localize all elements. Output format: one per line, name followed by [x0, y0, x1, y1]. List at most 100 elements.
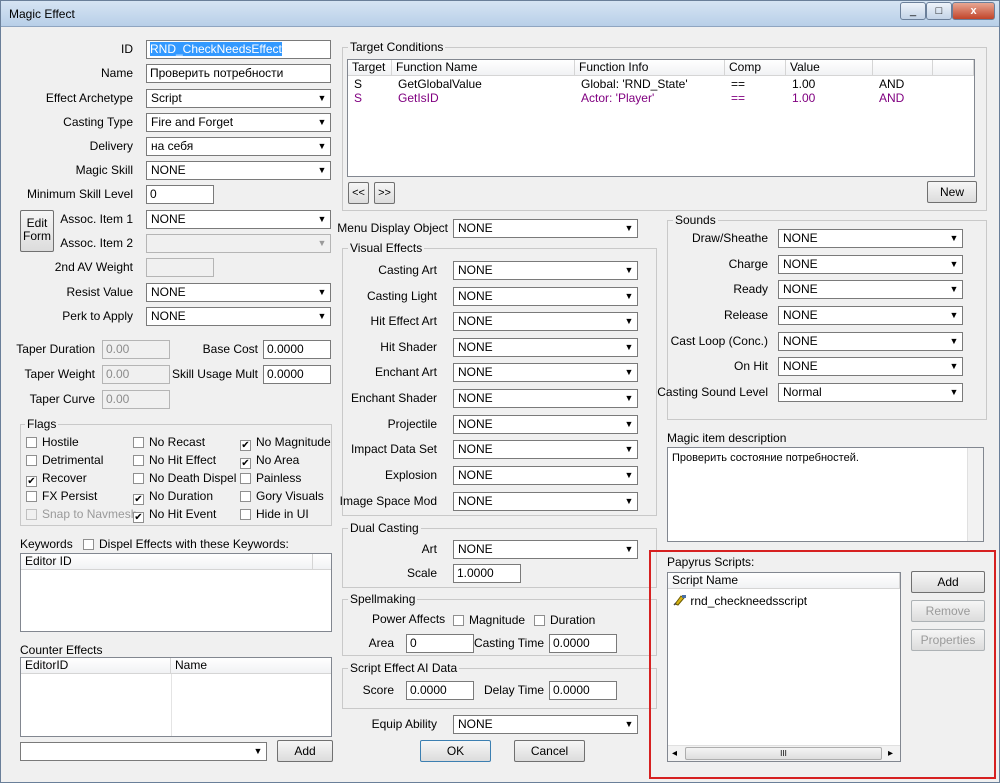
sound-draw-sheathe-dropdown[interactable]: NONE ▼ [778, 229, 963, 248]
perk-to-apply-dropdown[interactable]: NONE ▼ [146, 307, 331, 326]
checkbox-box[interactable] [133, 437, 144, 448]
checkbox-box[interactable] [240, 491, 251, 502]
duration-checkbox[interactable]: Duration [534, 614, 595, 628]
sound-release-dropdown[interactable]: NONE ▼ [778, 306, 963, 325]
name-field[interactable]: Проверить потребности [146, 64, 331, 83]
taper-duration-field[interactable]: 0.00 [102, 340, 170, 359]
assoc-item2-dropdown[interactable]: ▼ [146, 234, 331, 253]
enchant-shader-dropdown[interactable]: NONE ▼ [453, 389, 638, 408]
minimize-button[interactable]: _ [900, 2, 926, 20]
checkbox-box[interactable]: ✔ [240, 440, 251, 451]
equip-ability-dropdown[interactable]: NONE ▼ [453, 715, 638, 734]
checkbox-box[interactable] [240, 473, 251, 484]
scroll-left-icon[interactable]: ◂ [672, 746, 677, 761]
target-conditions-table[interactable]: Target Function Name Function Info Comp Valu… [347, 59, 975, 177]
table-row[interactable]: S GetGlobalValue Global: 'RND_State' == 1.00… [348, 77, 974, 91]
hit-shader-dropdown[interactable]: NONE ▼ [453, 338, 638, 357]
checkbox-box[interactable]: ✔ [133, 494, 144, 505]
taper-curve-field[interactable]: 0.00 [102, 390, 170, 409]
column-header-function-name[interactable]: Function Name [392, 60, 575, 76]
flag-no-duration-checkbox[interactable]: ✔ No Duration [133, 490, 213, 505]
maximize-button[interactable]: □ [926, 2, 952, 20]
casting-sound-level-dropdown[interactable]: Normal ▼ [778, 383, 963, 402]
counter-effects-list[interactable]: EditorID Name [20, 657, 332, 737]
sound-cast-loop-conc-dropdown[interactable]: NONE ▼ [778, 332, 963, 351]
flag-hide-in-ui-checkbox[interactable]: Hide in UI [240, 508, 309, 522]
sound-on-hit-dropdown[interactable]: NONE ▼ [778, 357, 963, 376]
papyrus-hscrollbar[interactable]: ◂ III ▸ [668, 745, 900, 761]
image-space-mod-dropdown[interactable]: NONE ▼ [453, 492, 638, 511]
casting-time-field[interactable]: 0.0000 [549, 634, 617, 653]
flag-no-area-checkbox[interactable]: ✔ No Area [240, 454, 299, 469]
checkbox-box[interactable] [26, 437, 37, 448]
casting-type-dropdown[interactable]: Fire and Forget ▼ [146, 113, 331, 132]
checkbox-box[interactable] [133, 473, 144, 484]
casting-art-dropdown[interactable]: NONE ▼ [453, 261, 638, 280]
counter-col-editor-id[interactable]: EditorID [21, 658, 171, 674]
dispel-keywords-checkbox[interactable]: Dispel Effects with these Keywords: [83, 538, 289, 552]
flag-no-magnitude-checkbox[interactable]: ✔ No Magnitude [240, 436, 331, 451]
menu-display-object-dropdown[interactable]: NONE ▼ [453, 219, 638, 238]
flag-snap-to-navmesh-checkbox[interactable]: Snap to Navmesh [26, 508, 137, 522]
dual-scale-field[interactable]: 1.0000 [453, 564, 521, 583]
column-header-target[interactable]: Target [348, 60, 392, 76]
checkbox-box[interactable] [26, 509, 37, 520]
sound-charge-dropdown[interactable]: NONE ▼ [778, 255, 963, 274]
keywords-col-editor-id[interactable]: Editor ID [21, 554, 313, 570]
checkbox-box[interactable]: ✔ [133, 512, 144, 523]
flag-hostile-checkbox[interactable]: Hostile [26, 436, 79, 450]
papyrus-add-button[interactable]: Add [911, 571, 985, 593]
explosion-dropdown[interactable]: NONE ▼ [453, 466, 638, 485]
description-scrollbar[interactable] [967, 448, 983, 541]
table-row[interactable]: S GetIsID Actor: 'Player' == 1.00 AND [348, 91, 974, 105]
next-condition-button[interactable]: >> [374, 182, 395, 204]
ok-button[interactable]: OK [420, 740, 491, 762]
impact-data-set-dropdown[interactable]: NONE ▼ [453, 440, 638, 459]
dual-art-dropdown[interactable]: NONE ▼ [453, 540, 638, 559]
description-textarea[interactable]: Проверить состояние потребностей. [667, 447, 984, 542]
assoc-item1-dropdown[interactable]: NONE ▼ [146, 210, 331, 229]
checkbox-box[interactable]: ✔ [26, 476, 37, 487]
cancel-button[interactable]: Cancel [514, 740, 585, 762]
skill-usage-mult-field[interactable]: 0.0000 [263, 365, 331, 384]
scroll-thumb[interactable]: III [685, 747, 882, 760]
flag-fx-persist-checkbox[interactable]: FX Persist [26, 490, 97, 504]
edit-form-button[interactable]: Edit Form [20, 210, 54, 252]
prev-condition-button[interactable]: << [348, 182, 369, 204]
av-weight-field[interactable] [146, 258, 214, 277]
magnitude-checkbox[interactable]: Magnitude [453, 614, 525, 628]
papyrus-properties-button[interactable]: Properties [911, 629, 985, 651]
flag-painless-checkbox[interactable]: Painless [240, 472, 301, 486]
base-cost-field[interactable]: 0.0000 [263, 340, 331, 359]
min-skill-field[interactable]: 0 [146, 185, 214, 204]
column-header-value[interactable]: Value [786, 60, 873, 76]
flag-gory-visuals-checkbox[interactable]: Gory Visuals [240, 490, 324, 504]
score-field[interactable]: 0.0000 [406, 681, 474, 700]
column-header-comp[interactable]: Comp [725, 60, 786, 76]
projectile-dropdown[interactable]: NONE ▼ [453, 415, 638, 434]
script-name-col[interactable]: Script Name [668, 573, 900, 589]
sound-ready-dropdown[interactable]: NONE ▼ [778, 280, 963, 299]
flag-detrimental-checkbox[interactable]: Detrimental [26, 454, 103, 468]
counter-col-name[interactable]: Name [171, 658, 331, 674]
title-bar[interactable]: Magic Effect _ □ x [1, 1, 999, 27]
delay-time-field[interactable]: 0.0000 [549, 681, 617, 700]
resist-value-dropdown[interactable]: NONE ▼ [146, 283, 331, 302]
papyrus-remove-button[interactable]: Remove [911, 600, 985, 622]
enchant-art-dropdown[interactable]: NONE ▼ [453, 363, 638, 382]
flag-no-recast-checkbox[interactable]: No Recast [133, 436, 205, 450]
script-row[interactable]: rnd_checkneedsscript [673, 594, 807, 608]
flag-no-death-dispel-checkbox[interactable]: No Death Dispel [133, 472, 236, 486]
flag-no-hit-effect-checkbox[interactable]: No Hit Effect [133, 454, 216, 468]
checkbox-box[interactable] [26, 491, 37, 502]
new-condition-button[interactable]: New [927, 181, 977, 203]
counter-effect-dropdown[interactable]: ▼ [20, 742, 267, 761]
taper-weight-field[interactable]: 0.00 [102, 365, 170, 384]
effect-archetype-dropdown[interactable]: Script ▼ [146, 89, 331, 108]
column-header-function-info[interactable]: Function Info [575, 60, 725, 76]
counter-add-button[interactable]: Add [277, 740, 333, 762]
flag-no-hit-event-checkbox[interactable]: ✔ No Hit Event [133, 508, 216, 523]
magic-skill-dropdown[interactable]: NONE ▼ [146, 161, 331, 180]
area-field[interactable]: 0 [406, 634, 474, 653]
scroll-right-icon[interactable]: ▸ [888, 746, 893, 761]
